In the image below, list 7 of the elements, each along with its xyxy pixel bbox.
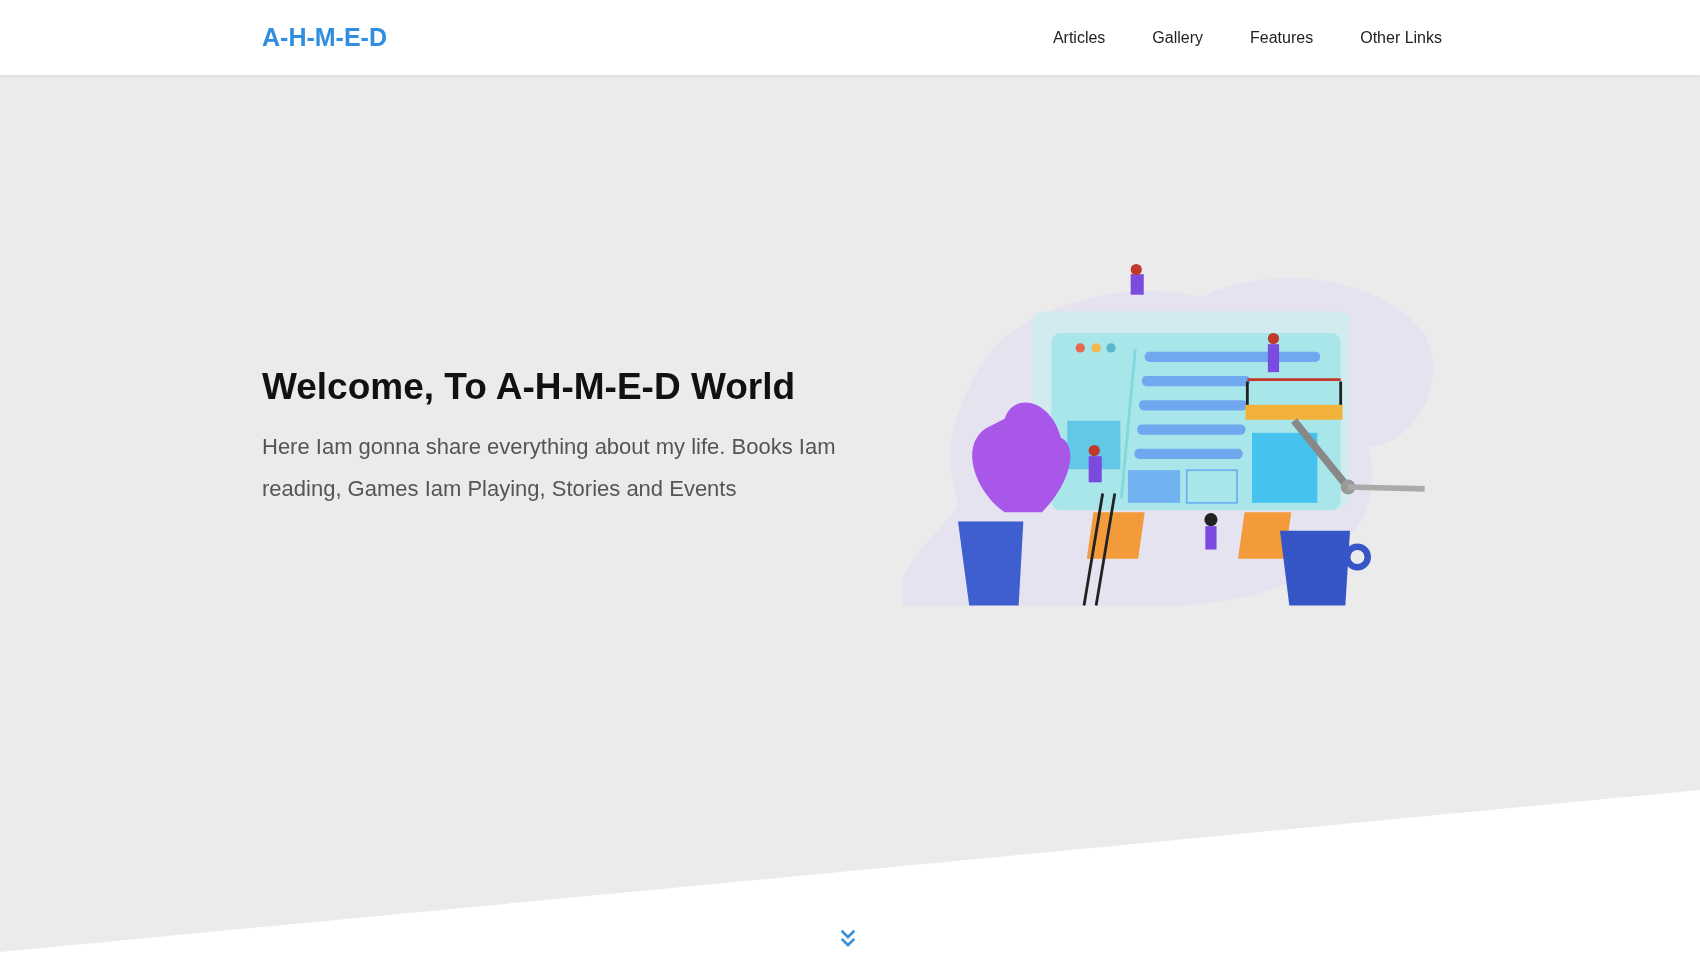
nav-link[interactable]: Gallery [1152,28,1204,47]
scroll-down-icon[interactable] [839,928,857,948]
nav-link[interactable]: Features [1250,28,1314,47]
nav-link[interactable]: Articles [1052,28,1106,47]
nav-link[interactable]: Other Links [1360,28,1442,47]
hero-title: Welcome, To A-H-M-E-D World [262,365,797,408]
hero-description: Here Iam gonna share everything about my life. Books Iam reading, Games Iam Playing, Stories and Events [262,432,837,503]
